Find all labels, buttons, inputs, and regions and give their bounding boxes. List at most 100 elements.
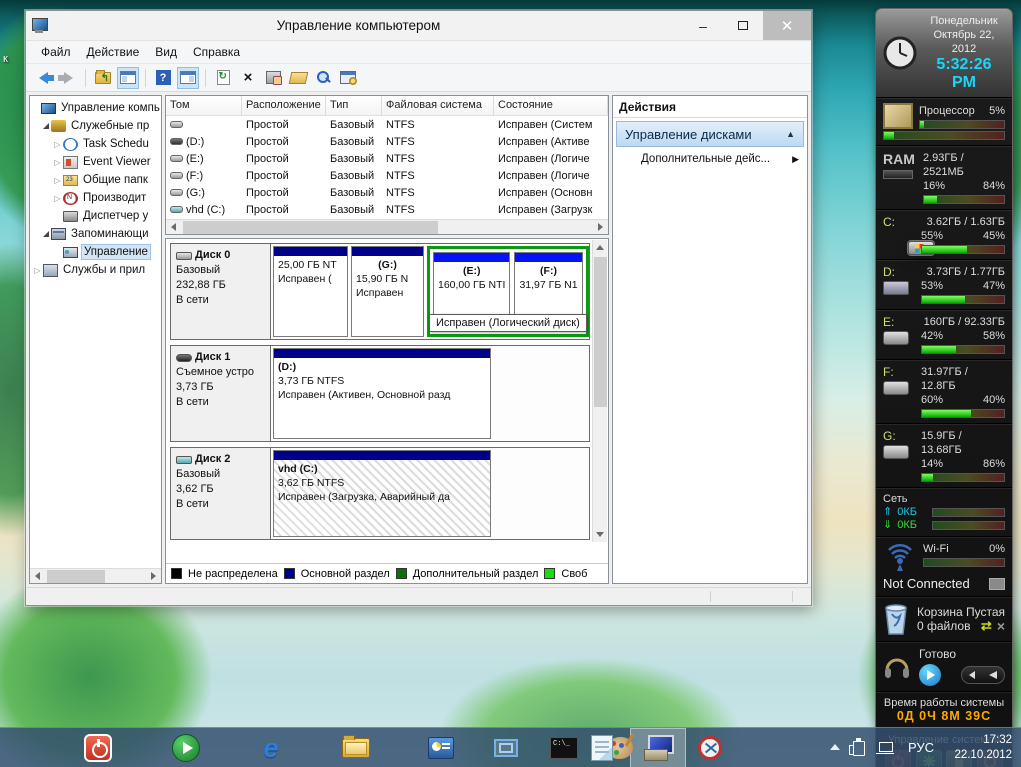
taskbar-shutdown-icon[interactable] — [82, 732, 114, 764]
menu-view[interactable]: Вид — [148, 42, 184, 62]
refresh-button[interactable] — [212, 67, 234, 89]
delete-button[interactable]: × — [237, 67, 259, 89]
up-one-level-button[interactable] — [92, 67, 114, 89]
taskbar-frames-icon[interactable] — [490, 732, 522, 764]
disk-management-tool-button[interactable] — [337, 67, 359, 89]
scroll-up-arrow[interactable] — [593, 240, 608, 255]
disk-management-action-group[interactable]: Управление дисками ▲ — [616, 121, 804, 147]
tree-item-storage[interactable]: Запоминающи — [30, 225, 161, 243]
volume-control[interactable] — [961, 666, 1005, 684]
recycle-refresh-icon[interactable]: ⇄ — [981, 619, 992, 633]
column-header-volume[interactable]: Том — [166, 96, 242, 115]
forward-button[interactable] — [57, 67, 79, 89]
scroll-right-arrow[interactable] — [593, 220, 608, 235]
menu-action[interactable]: Действие — [80, 42, 147, 62]
column-header-status[interactable]: Состояние — [494, 96, 608, 115]
tree-item-computer-management[interactable]: Управление компь — [30, 99, 161, 117]
tree-expander-expanded[interactable] — [40, 123, 51, 129]
taskbar-notepad-icon[interactable] — [586, 732, 618, 764]
taskbar-file-explorer-icon[interactable] — [340, 732, 372, 764]
collapse-icon[interactable]: ▲ — [786, 129, 795, 139]
close-button[interactable]: ✕ — [763, 11, 811, 40]
volume-row[interactable]: (G:) Простой Базовый NTFS Исправен (Осно… — [166, 184, 608, 201]
disk-1-label[interactable]: Диск 1 Съемное устро 3,73 ГБ В сети — [171, 346, 271, 441]
gadget-wifi-section[interactable]: Wi-Fi0% Not Connected — [876, 537, 1012, 597]
gadget-drive-e[interactable]: E: 160ГБ / 92.33ГБ 42%58% — [876, 310, 1012, 360]
open-button[interactable] — [287, 67, 309, 89]
tree-item-task-scheduler[interactable]: ▷ Task Schedu — [30, 135, 161, 153]
disk-view-vertical-scrollbar[interactable] — [592, 240, 607, 542]
gadget-drive-g[interactable]: G: 15.9ГБ / 13.68ГБ 14%86% — [876, 424, 1012, 488]
tree-item-disk-management[interactable]: Управление — [30, 243, 161, 261]
column-header-type[interactable]: Тип — [326, 96, 382, 115]
disk-2-label[interactable]: Диск 2 Базовый 3,62 ГБ В сети — [171, 448, 271, 539]
gadget-recycle-section[interactable]: КорзинаПустая 0 файлов ⇄ × — [876, 597, 1012, 642]
tree-item-system-tools[interactable]: Служебные пр — [30, 117, 161, 135]
menu-help[interactable]: Справка — [186, 42, 247, 62]
show-hidden-icons-arrow[interactable] — [830, 744, 840, 750]
volume-row[interactable]: (D:) Простой Базовый NTFS Исправен (Акти… — [166, 133, 608, 150]
column-header-layout[interactable]: Расположение — [242, 96, 326, 115]
find-button[interactable] — [312, 67, 334, 89]
gadget-network-section[interactable]: Сеть ⇑ 0КБ ⇓ 0КБ — [876, 488, 1012, 537]
disk-0-label[interactable]: Диск 0 Базовый 232,88 ГБ В сети — [171, 244, 271, 339]
scroll-left-arrow[interactable] — [30, 569, 45, 584]
volume-list-horizontal-scrollbar[interactable] — [166, 219, 608, 234]
tree-item-services[interactable]: ▷ Службы и прил — [30, 261, 161, 279]
speaker-high-icon[interactable] — [989, 671, 997, 679]
taskbar-snipping-tool-icon[interactable] — [694, 732, 726, 764]
gadget-drive-c[interactable]: C: 3.62ГБ / 1.63ГБ 55%45% — [876, 210, 1012, 260]
tree-expander-collapsed[interactable]: ▷ — [52, 176, 63, 185]
show-console-tree-button[interactable] — [117, 67, 139, 89]
partition-g[interactable]: (G:) 15,90 ГБ N Исправен — [351, 246, 424, 337]
gadget-drive-d[interactable]: D: 3.73ГБ / 1.77ГБ 53%47% — [876, 260, 1012, 310]
taskbar-cmd-icon[interactable]: C:\_ — [548, 732, 580, 764]
tree-item-shared-folders[interactable]: ▷ Общие папк — [30, 171, 161, 189]
network-tray-icon[interactable] — [879, 742, 893, 752]
title-bar[interactable]: Управление компьютером – ✕ — [26, 11, 811, 41]
scrollbar-thumb[interactable] — [183, 221, 438, 234]
show-action-pane-button[interactable] — [177, 67, 199, 89]
scrollbar-thumb[interactable] — [47, 570, 105, 583]
partition-system[interactable]: 25,00 ГБ NT Исправен ( — [273, 246, 348, 337]
gadget-audio-section[interactable]: Готово — [876, 642, 1012, 692]
partition-d[interactable]: (D:) 3,73 ГБ NTFS Исправен (Активен, Осн… — [273, 348, 491, 439]
scroll-right-arrow[interactable] — [146, 569, 161, 584]
battery-icon[interactable] — [853, 741, 865, 756]
taskbar-clock[interactable]: 17:32 22.10.2012 — [950, 733, 1012, 763]
more-actions-item[interactable]: Дополнительные дейс... ▶ — [613, 147, 807, 169]
taskbar-control-panel-icon[interactable] — [425, 732, 457, 764]
gadget-cpu-section[interactable]: Процессор5% — [876, 98, 1012, 146]
scroll-left-arrow[interactable] — [166, 220, 181, 235]
taskbar-internet-explorer-icon[interactable]: e — [255, 732, 287, 764]
tree-item-performance[interactable]: ▷ Производит — [30, 189, 161, 207]
speaker-low-icon[interactable] — [969, 671, 975, 679]
menu-file[interactable]: Файл — [34, 42, 78, 62]
back-button[interactable] — [32, 67, 54, 89]
taskbar-media-player-icon[interactable] — [170, 732, 202, 764]
volume-row[interactable]: (F:) Простой Базовый NTFS Исправен (Логи… — [166, 167, 608, 184]
volume-row[interactable]: (E:) Простой Базовый NTFS Исправен (Логи… — [166, 150, 608, 167]
tree-expander-collapsed[interactable]: ▷ — [52, 158, 63, 167]
gadget-clock-section[interactable]: Понедельник Октябрь 22, 2012 5:32:26 PM — [876, 9, 1012, 98]
tree-expander-expanded[interactable] — [40, 231, 51, 237]
volume-row[interactable]: vhd (C:) Простой Базовый NTFS Исправен (… — [166, 201, 608, 218]
tree-expander-collapsed[interactable]: ▷ — [52, 140, 63, 149]
tree-expander-collapsed[interactable]: ▷ — [32, 266, 43, 275]
tree-item-device-manager[interactable]: Диспетчер у — [30, 207, 161, 225]
help-button[interactable]: ? — [152, 67, 174, 89]
play-button[interactable] — [919, 664, 941, 686]
gadget-drive-f[interactable]: F: 31.97ГБ / 12.8ГБ 60%40% — [876, 360, 1012, 424]
scrollbar-thumb[interactable] — [594, 257, 607, 407]
tree-horizontal-scrollbar[interactable] — [30, 568, 161, 583]
recycle-empty-icon[interactable]: × — [997, 619, 1005, 633]
maximize-button[interactable] — [723, 11, 763, 40]
language-indicator[interactable]: РУС — [908, 740, 934, 755]
partition-vhd-c[interactable]: vhd (C:) 3,62 ГБ NTFS Исправен (Загрузка… — [273, 450, 491, 537]
properties-button[interactable] — [262, 67, 284, 89]
taskbar-computer-management-icon[interactable] — [642, 732, 674, 764]
scroll-down-arrow[interactable] — [593, 527, 608, 542]
tree-expander-collapsed[interactable]: ▷ — [52, 194, 63, 203]
tree-item-event-viewer[interactable]: ▷ Event Viewer — [30, 153, 161, 171]
column-header-filesystem[interactable]: Файловая система — [382, 96, 494, 115]
